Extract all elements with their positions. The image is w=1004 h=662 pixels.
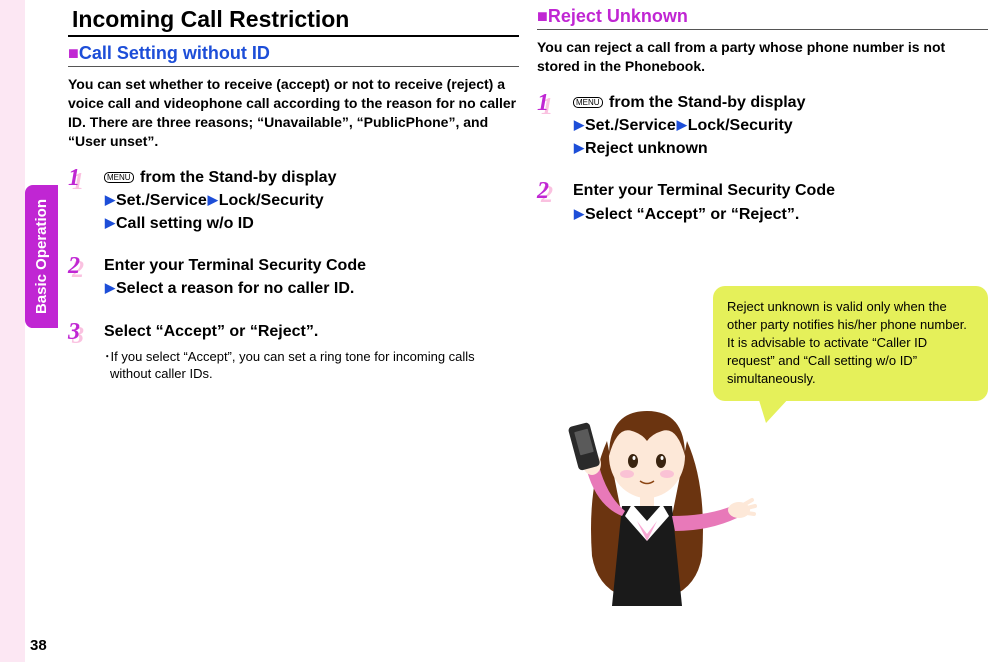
step-body: MENU from the Stand-by display ▶Set./Ser…	[573, 90, 988, 161]
step-num: 1	[537, 90, 549, 117]
side-tab-container: Basic Operation	[25, 185, 58, 333]
page-number: 38	[30, 637, 47, 654]
main-heading: Incoming Call Restriction	[68, 6, 519, 33]
triangle-icon: ▶	[574, 140, 584, 155]
step-num: 2	[68, 253, 80, 280]
step-text: from the Stand-by display	[605, 94, 806, 111]
triangle-icon: ▶	[105, 192, 115, 207]
step-num-container: 1 1	[68, 165, 104, 189]
step-text: Reject unknown	[585, 140, 708, 157]
step-num: 2	[537, 178, 549, 205]
intro-text-left: You can set whether to receive (accept) …	[68, 75, 519, 151]
step-num-container: 2 2	[68, 253, 104, 277]
step-body: Enter your Terminal Security Code ▶Selec…	[104, 253, 519, 300]
sub-heading-text: Call Setting without ID	[79, 43, 270, 63]
step-body: Enter your Terminal Security Code ▶Selec…	[573, 178, 988, 225]
step-1-left: 1 1 MENU from the Stand-by display ▶Set.…	[68, 165, 519, 236]
step-num-container: 3 3	[68, 319, 104, 343]
step-text: from the Stand-by display	[136, 169, 337, 186]
triangle-icon: ▶	[105, 215, 115, 230]
step-num: 1	[68, 165, 80, 192]
left-column: Incoming Call Restriction ■Call Setting …	[68, 6, 519, 606]
right-column: ■Reject Unknown You can reject a call fr…	[537, 6, 988, 606]
sub-heading-text: Reject Unknown	[548, 6, 688, 26]
step-text: Lock/Security	[688, 117, 793, 134]
step-2-left: 2 2 Enter your Terminal Security Code ▶S…	[68, 253, 519, 300]
step-text: Lock/Security	[219, 192, 324, 209]
triangle-icon: ▶	[105, 280, 115, 295]
triangle-icon: ▶	[574, 206, 584, 221]
menu-key-icon: MENU	[573, 97, 603, 108]
step-num: 3	[68, 319, 80, 346]
triangle-icon: ▶	[574, 117, 584, 132]
triangle-icon: ▶	[677, 117, 687, 132]
step-text: Call setting w/o ID	[116, 215, 254, 232]
subheading-rule	[68, 66, 519, 67]
subheading-rule	[537, 29, 988, 30]
triangle-icon: ▶	[208, 192, 218, 207]
step-1-right: 1 1 MENU from the Stand-by display ▶Set.…	[537, 90, 988, 161]
step-body: MENU from the Stand-by display ▶Set./Ser…	[104, 165, 519, 236]
content-columns: Incoming Call Restriction ■Call Setting …	[68, 6, 988, 606]
heading-rule	[68, 35, 519, 37]
speech-bubble: Reject unknown is valid only when the ot…	[713, 286, 988, 401]
step-text: Set./Service	[116, 192, 207, 209]
step-body: Select “Accept” or “Reject”. ･If you sel…	[104, 319, 519, 383]
step-text: Enter your Terminal Security Code	[573, 182, 835, 199]
menu-key-icon: MENU	[104, 172, 134, 183]
step-text: Set./Service	[585, 117, 676, 134]
step-text: Select a reason for no caller ID.	[116, 280, 354, 297]
tip-area: Reject unknown is valid only when the ot…	[537, 286, 988, 606]
step-3-left: 3 3 Select “Accept” or “Reject”. ･If you…	[68, 319, 519, 383]
square-bullet-icon: ■	[537, 6, 548, 26]
sub-heading-left: ■Call Setting without ID	[68, 43, 519, 64]
sub-heading-right: ■Reject Unknown	[537, 6, 988, 27]
step-2-right: 2 2 Enter your Terminal Security Code ▶S…	[537, 178, 988, 225]
square-bullet-icon: ■	[68, 43, 79, 63]
step-num-container: 2 2	[537, 178, 573, 202]
step-text: Select “Accept” or “Reject”.	[104, 323, 318, 340]
side-tab-label: Basic Operation	[25, 185, 58, 328]
intro-text-right: You can reject a call from a party whose…	[537, 38, 988, 76]
step-text: Enter your Terminal Security Code	[104, 257, 366, 274]
character-illustration	[537, 386, 767, 606]
step-num-container: 1 1	[537, 90, 573, 114]
step-subtext: ･If you select “Accept”, you can set a r…	[104, 348, 519, 383]
step-text: Select “Accept” or “Reject”.	[585, 206, 799, 223]
